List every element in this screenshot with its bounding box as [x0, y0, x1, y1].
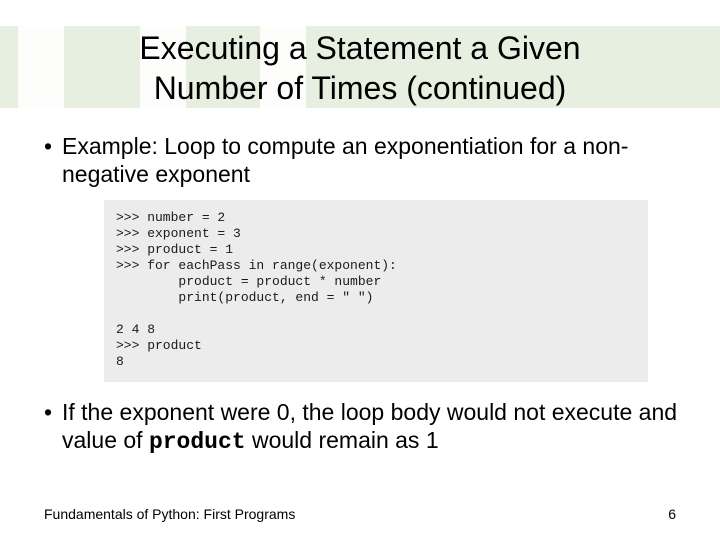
slide: Executing a Statement a Given Number of …: [0, 0, 720, 540]
bullet-item: If the exponent were 0, the loop body wo…: [44, 398, 680, 456]
bullet-inline-code: product: [149, 429, 246, 455]
title-line-1: Executing a Statement a Given: [139, 30, 580, 66]
bullet-text-post: would remain as 1: [246, 427, 439, 453]
title-line-2: Number of Times (continued): [154, 70, 567, 106]
slide-title: Executing a Statement a Given Number of …: [0, 28, 720, 108]
footer-left: Fundamentals of Python: First Programs: [44, 506, 295, 522]
code-block: >>> number = 2 >>> exponent = 3 >>> prod…: [104, 200, 648, 382]
page-number: 6: [668, 506, 676, 522]
slide-body: Example: Loop to compute an exponentiati…: [44, 132, 680, 406]
bullet-item: Example: Loop to compute an exponentiati…: [44, 132, 680, 188]
slide-body-lower: If the exponent were 0, the loop body wo…: [44, 398, 680, 466]
bullet-text: Example: Loop to compute an exponentiati…: [62, 133, 628, 187]
